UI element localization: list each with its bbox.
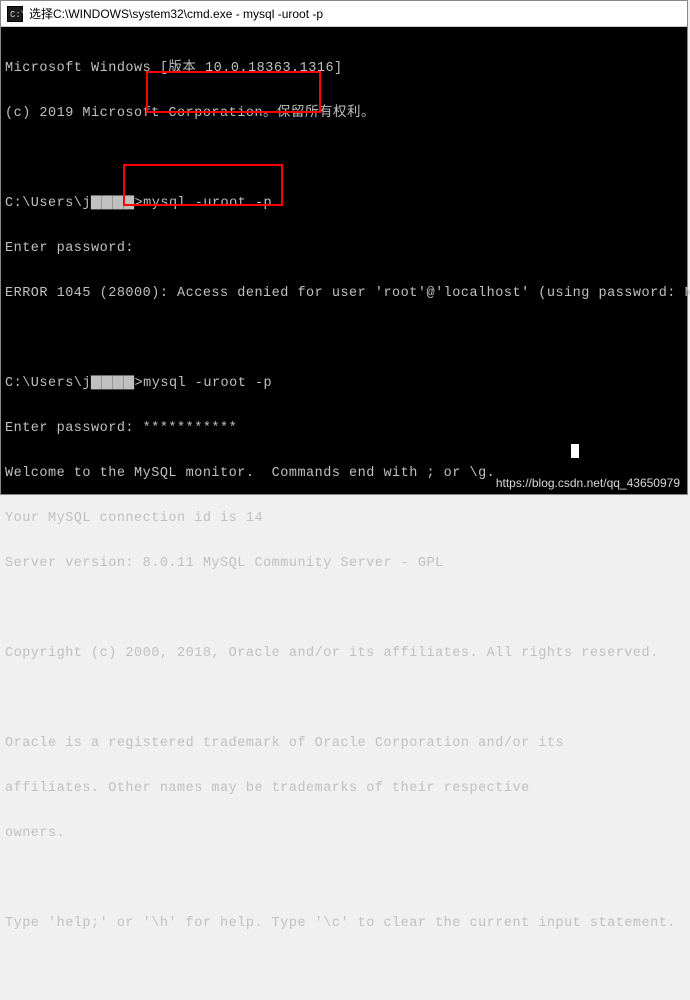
terminal-content[interactable]: Microsoft Windows [版本 10.0.18363.1316] (… xyxy=(1,27,687,1000)
terminal-line: C:\Users\j▇▇▇▇>mysql -uroot -p xyxy=(5,376,683,391)
watermark-text: https://blog.csdn.net/qq_43650979 xyxy=(496,476,680,490)
terminal-line xyxy=(5,871,683,886)
selection-block xyxy=(571,444,579,458)
terminal-line: (c) 2019 Microsoft Corporation。保留所有权利。 xyxy=(5,106,683,121)
terminal-line: Oracle is a registered trademark of Orac… xyxy=(5,736,683,751)
terminal-line xyxy=(5,331,683,346)
cmd-window: C:\ 选择C:\WINDOWS\system32\cmd.exe - mysq… xyxy=(0,0,688,495)
terminal-line: Type 'help;' or '\h' for help. Type '\c'… xyxy=(5,916,683,931)
window-titlebar[interactable]: C:\ 选择C:\WINDOWS\system32\cmd.exe - mysq… xyxy=(1,1,687,27)
terminal-line: Microsoft Windows [版本 10.0.18363.1316] xyxy=(5,61,683,76)
svg-text:C:\: C:\ xyxy=(10,10,23,20)
terminal-line: Your MySQL connection id is 14 xyxy=(5,511,683,526)
terminal-line: C:\Users\j▇▇▇▇>mysql -uroot -p xyxy=(5,196,683,211)
terminal-line: Enter password: *********** xyxy=(5,421,683,436)
terminal-line xyxy=(5,961,683,976)
terminal-line: affiliates. Other names may be trademark… xyxy=(5,781,683,796)
terminal-line: Copyright (c) 2000, 2018, Oracle and/or … xyxy=(5,646,683,661)
window-title: 选择C:\WINDOWS\system32\cmd.exe - mysql -u… xyxy=(29,5,323,22)
terminal-line: owners. xyxy=(5,826,683,841)
terminal-line xyxy=(5,151,683,166)
terminal-line: Server version: 8.0.11 MySQL Community S… xyxy=(5,556,683,571)
cmd-icon: C:\ xyxy=(7,6,23,22)
terminal-line: ERROR 1045 (28000): Access denied for us… xyxy=(5,286,683,301)
terminal-line: Enter password: xyxy=(5,241,683,256)
terminal-line xyxy=(5,691,683,706)
terminal-line xyxy=(5,601,683,616)
